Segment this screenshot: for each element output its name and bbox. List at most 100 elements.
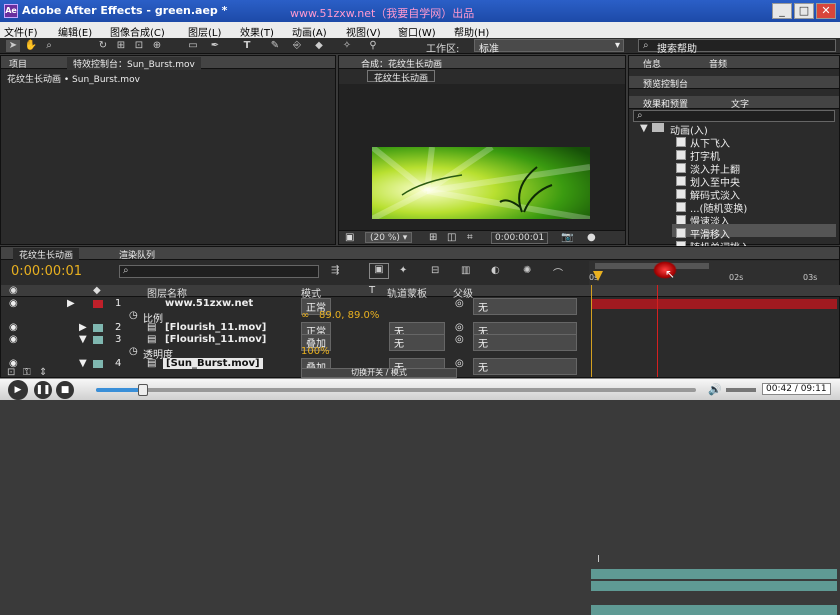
tab-effects-presets[interactable]: 效果和预置 xyxy=(643,97,688,110)
hand-tool-icon[interactable]: ✋ xyxy=(24,40,38,52)
timeline-search-input[interactable]: ⌕ xyxy=(119,265,319,278)
tab-project[interactable]: 项目 xyxy=(9,57,27,70)
layer-name[interactable]: [Flourish_11.mov] xyxy=(165,322,266,333)
comp-toggle-icon[interactable]: ⊡ xyxy=(7,367,15,378)
layer-name[interactable]: www.51zxw.net xyxy=(165,298,253,309)
menu-view[interactable]: 视图(V) xyxy=(346,24,381,39)
expand-arrow-icon[interactable]: ▼ xyxy=(79,334,87,345)
menu-layer[interactable]: 图层(L) xyxy=(188,24,221,39)
channel-icon[interactable]: ● xyxy=(587,232,596,243)
puppet-pin-tool-icon[interactable]: ⚲ xyxy=(366,40,380,52)
workspace-select[interactable]: 标准 ▾ xyxy=(474,39,624,55)
pan-behind-tool-icon[interactable]: ⊡ xyxy=(132,40,146,52)
close-button[interactable]: ✕ xyxy=(816,3,836,19)
text-tool-icon[interactable]: T xyxy=(240,40,254,52)
expand-icon[interactable]: ⇕ xyxy=(39,367,47,378)
puppet-tool-icon[interactable]: ✧ xyxy=(340,40,354,52)
tab-text[interactable]: 文字 xyxy=(731,97,749,110)
expand-arrow-icon[interactable]: ▼ xyxy=(79,358,87,369)
parent-pickwhip-icon[interactable]: ◎ xyxy=(455,322,464,333)
eye-icon[interactable]: ◉ xyxy=(9,298,18,309)
tab-effect-controls[interactable]: 特效控制台：Sun_Burst.mov xyxy=(67,57,201,70)
brainstorm-icon[interactable]: ✺ xyxy=(523,265,531,276)
play-icon[interactable]: ▶ xyxy=(8,380,28,400)
lock-icon[interactable]: ⚿ xyxy=(23,367,31,378)
eye-icon[interactable]: ◉ xyxy=(9,334,18,345)
property-value[interactable]: 89.0, 89.0% xyxy=(319,310,379,321)
hide-shy-icon[interactable]: ⊟ xyxy=(431,265,439,276)
layer-row-4[interactable]: ◉ ▼ 4 ▤ [Sun_Burst.mov] 叠加 无 ◎ 无 xyxy=(3,358,588,375)
current-time-display[interactable]: 0:00:00:01 xyxy=(11,264,82,279)
orbit-tool-icon[interactable]: ⊕ xyxy=(150,40,164,52)
region-icon[interactable]: ⌗ xyxy=(467,232,473,243)
layer-color-label[interactable] xyxy=(93,336,103,344)
layer-name-editing[interactable]: [Sun_Burst.mov] xyxy=(163,358,263,369)
layer-3-track-bar[interactable] xyxy=(591,581,837,591)
layer-row-1[interactable]: ◉ ▶ 1 www.51zxw.net 正常 ◎ 无 xyxy=(3,298,588,315)
menu-composition[interactable]: 图像合成(C) xyxy=(110,24,165,39)
camera-tool-icon[interactable]: ⊞ xyxy=(114,40,128,52)
stopwatch-icon[interactable]: ◷ xyxy=(129,310,138,321)
expand-arrow-icon[interactable]: ▶ xyxy=(67,298,75,309)
minimize-button[interactable]: _ xyxy=(772,3,792,19)
pause-icon[interactable]: ❚❚ xyxy=(34,381,52,399)
stop-icon[interactable]: ■ xyxy=(56,381,74,399)
frame-blending-icon[interactable]: ▥ xyxy=(461,265,470,276)
volume-slider[interactable] xyxy=(726,388,756,392)
link-icon[interactable]: ∞ xyxy=(301,310,309,321)
tab-preview[interactable]: 预览控制台 xyxy=(643,77,688,90)
brush-tool-icon[interactable]: ✎ xyxy=(268,40,282,52)
layer-4-track-bar[interactable] xyxy=(591,605,837,615)
menu-window[interactable]: 窗口(W) xyxy=(398,24,436,39)
menu-effect[interactable]: 效果(T) xyxy=(240,24,274,39)
layer-color-label[interactable] xyxy=(93,360,103,368)
parent-pickwhip-icon[interactable]: ◎ xyxy=(455,298,464,309)
layer-row-3[interactable]: ◉ ▼ 3 ▤ [Flourish_11.mov] 叠加 无 ◎ 无 xyxy=(3,334,588,351)
effects-search-input[interactable]: ⌕ xyxy=(633,110,835,122)
volume-icon[interactable]: 🔊 xyxy=(708,383,722,396)
eye-icon[interactable]: ◉ xyxy=(9,322,18,333)
always-preview-icon[interactable]: ▣ xyxy=(345,232,354,243)
search-help-input[interactable]: ⌕ 搜索帮助 xyxy=(638,39,836,55)
layer-2-track-bar[interactable] xyxy=(591,569,837,579)
rotate-tool-icon[interactable]: ↻ xyxy=(96,40,110,52)
comp-name-button[interactable]: 花纹生长动画 xyxy=(367,70,436,84)
parent-pickwhip-icon[interactable]: ◎ xyxy=(455,334,464,345)
pen-tool-icon[interactable]: ✒ xyxy=(208,40,222,52)
menu-edit[interactable]: 编辑(E) xyxy=(58,24,92,39)
comp-viewer[interactable] xyxy=(339,84,625,230)
property-row-opacity[interactable]: ◷ 透明度 100% xyxy=(3,346,588,361)
maximize-button[interactable]: □ xyxy=(794,3,814,19)
tab-info[interactable]: 信息 xyxy=(643,57,661,70)
folder-expand-icon[interactable]: ▼ xyxy=(640,123,648,134)
draft-3d-icon[interactable]: ✦ xyxy=(399,265,407,276)
layer-color-label[interactable] xyxy=(93,324,103,332)
layer-parent-select[interactable]: 无 xyxy=(473,358,577,375)
layer-1-track-bar[interactable] xyxy=(591,299,837,309)
rectangle-mask-tool-icon[interactable]: ▭ xyxy=(186,40,200,52)
menu-help[interactable]: 帮助(H) xyxy=(454,24,489,39)
snapshot-icon[interactable]: 📷 xyxy=(561,232,573,243)
live-update-icon[interactable]: ▣ xyxy=(369,263,389,279)
property-value[interactable]: 100% xyxy=(301,346,330,357)
keyframe-icon[interactable]: I xyxy=(597,554,600,565)
layer-name[interactable]: [Flourish_11.mov] xyxy=(165,334,266,345)
graph-editor-icon[interactable]: ⌒ xyxy=(553,265,563,280)
toggle-switches-modes-button[interactable]: 切换开关 / 模式 xyxy=(301,368,457,378)
mask-view-icon[interactable]: ◫ xyxy=(447,232,456,243)
work-area-bar[interactable] xyxy=(595,263,709,269)
tab-audio[interactable]: 音频 xyxy=(709,57,727,70)
tab-timeline-comp[interactable]: 花纹生长动画 xyxy=(13,248,80,261)
layer-row-2[interactable]: ◉ ▶ 2 ▤ [Flourish_11.mov] 正常 无 ◎ 无 xyxy=(3,322,588,339)
seek-handle[interactable] xyxy=(138,384,148,396)
comp-timecode[interactable]: 0:00:00:01 xyxy=(491,232,549,244)
zoom-select[interactable]: (20 %) ▾ xyxy=(365,232,413,243)
menu-animation[interactable]: 动画(A) xyxy=(292,24,327,39)
layer-color-label[interactable] xyxy=(93,300,103,308)
zoom-tool-icon[interactable]: ⌕ xyxy=(42,40,56,52)
clone-stamp-tool-icon[interactable]: ⎆ xyxy=(290,40,304,52)
eraser-tool-icon[interactable]: ◆ xyxy=(312,40,326,52)
selection-tool-icon[interactable]: ➤ xyxy=(6,40,20,52)
property-row-scale[interactable]: ◷ 比例 ∞ 89.0, 89.0% xyxy=(3,310,588,325)
tab-render-queue[interactable]: 渲染队列 xyxy=(119,248,155,261)
